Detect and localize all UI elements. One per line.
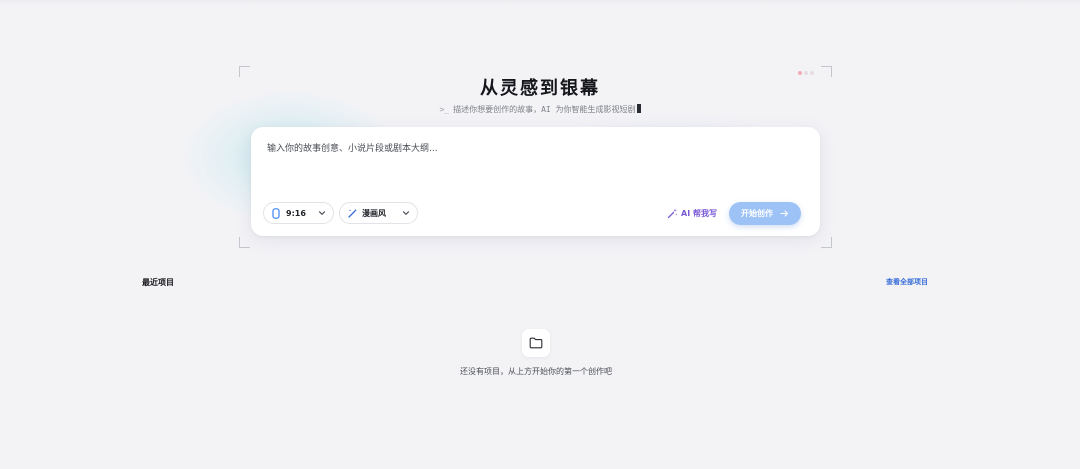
view-all-projects-link[interactable]: 查看全部项目 bbox=[886, 277, 932, 287]
arrow-right-icon bbox=[779, 209, 789, 219]
ai-write-button[interactable]: AI 帮我写 bbox=[666, 207, 717, 219]
frame-corner-bottom-left bbox=[239, 237, 250, 248]
sparkle-wand-icon bbox=[666, 207, 678, 219]
start-create-button[interactable]: 开始创作 bbox=[729, 202, 801, 225]
recent-projects-title: 最近项目 bbox=[142, 278, 174, 287]
start-create-label: 开始创作 bbox=[741, 209, 773, 218]
aspect-ratio-label: 9:16 bbox=[286, 208, 306, 218]
hero-title: 从灵感到银幕 bbox=[480, 78, 600, 99]
story-input[interactable] bbox=[267, 141, 797, 181]
page: 从灵感到银幕 >_描述你想要创作的故事，AI 为你智能生成影视短剧 9:16 bbox=[0, 0, 1080, 469]
chevron-down-icon bbox=[401, 208, 411, 218]
hero-subtitle: >_ 描述你想要创作的故事，AI 为你智能生成影视短剧 bbox=[0, 104, 1080, 115]
frame-corner-bottom-right bbox=[821, 237, 832, 248]
typing-caret bbox=[636, 104, 641, 113]
magic-wand-icon bbox=[346, 207, 358, 219]
aspect-ratio-select[interactable]: 9:16 bbox=[263, 202, 334, 224]
style-label: 漫画风 bbox=[362, 208, 386, 218]
empty-state-text: 还没有项目，从上方开始你的第一个创作吧 bbox=[460, 367, 612, 376]
folder-icon bbox=[522, 329, 550, 357]
story-composer: 9:16 漫画风 bbox=[251, 127, 820, 236]
top-divider bbox=[0, 0, 1080, 4]
prompt-symbol: >_ bbox=[439, 105, 450, 114]
phone-portrait-icon bbox=[270, 207, 282, 219]
hero-subtitle-text: 描述你想要创作的故事，AI 为你智能生成影视短剧 bbox=[453, 105, 636, 114]
ai-write-label: AI 帮我写 bbox=[681, 208, 717, 218]
chevron-down-icon bbox=[317, 208, 327, 218]
style-select[interactable]: 漫画风 bbox=[339, 202, 418, 224]
